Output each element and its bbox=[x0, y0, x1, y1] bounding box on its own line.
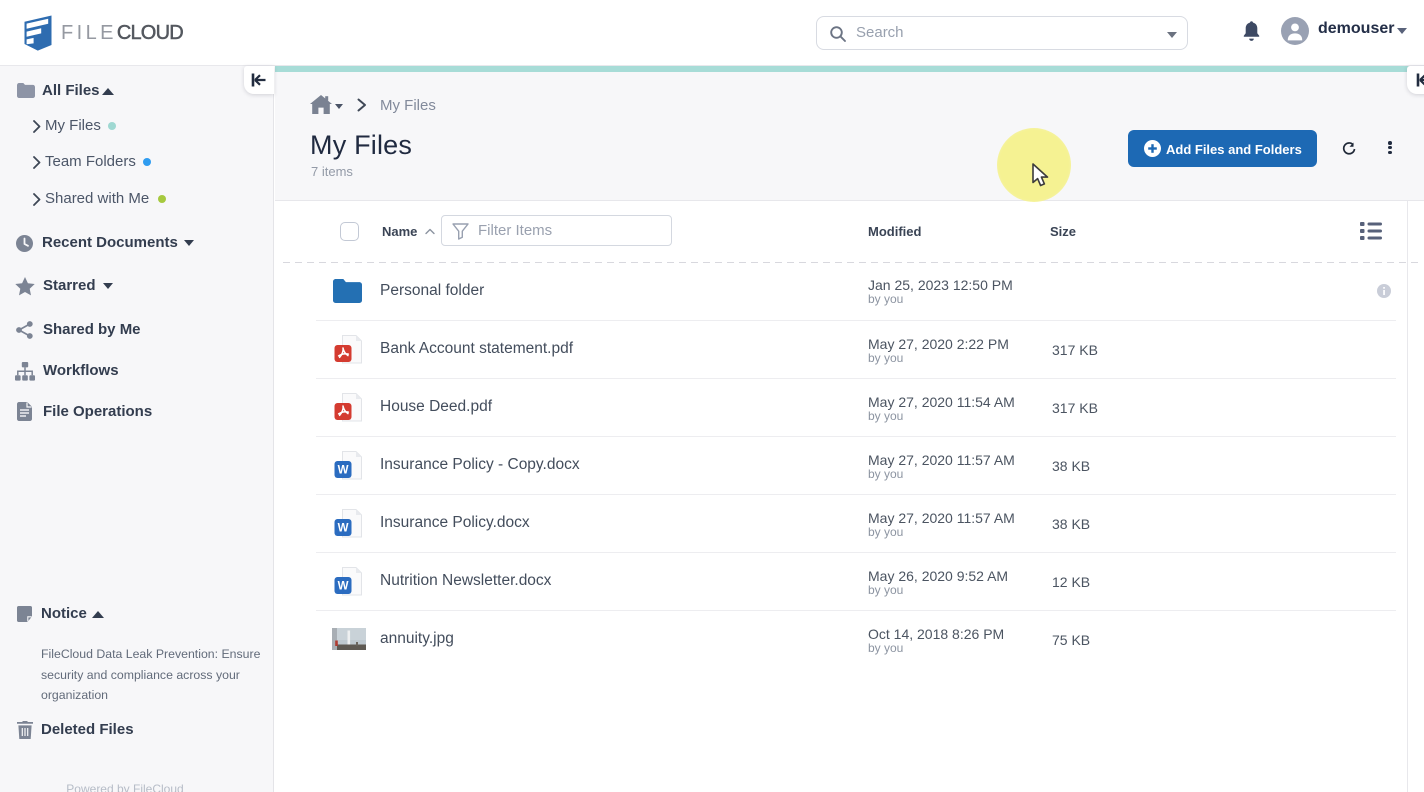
svg-text:W: W bbox=[338, 465, 349, 477]
svg-text:W: W bbox=[338, 523, 349, 535]
svg-text:W: W bbox=[338, 581, 349, 593]
